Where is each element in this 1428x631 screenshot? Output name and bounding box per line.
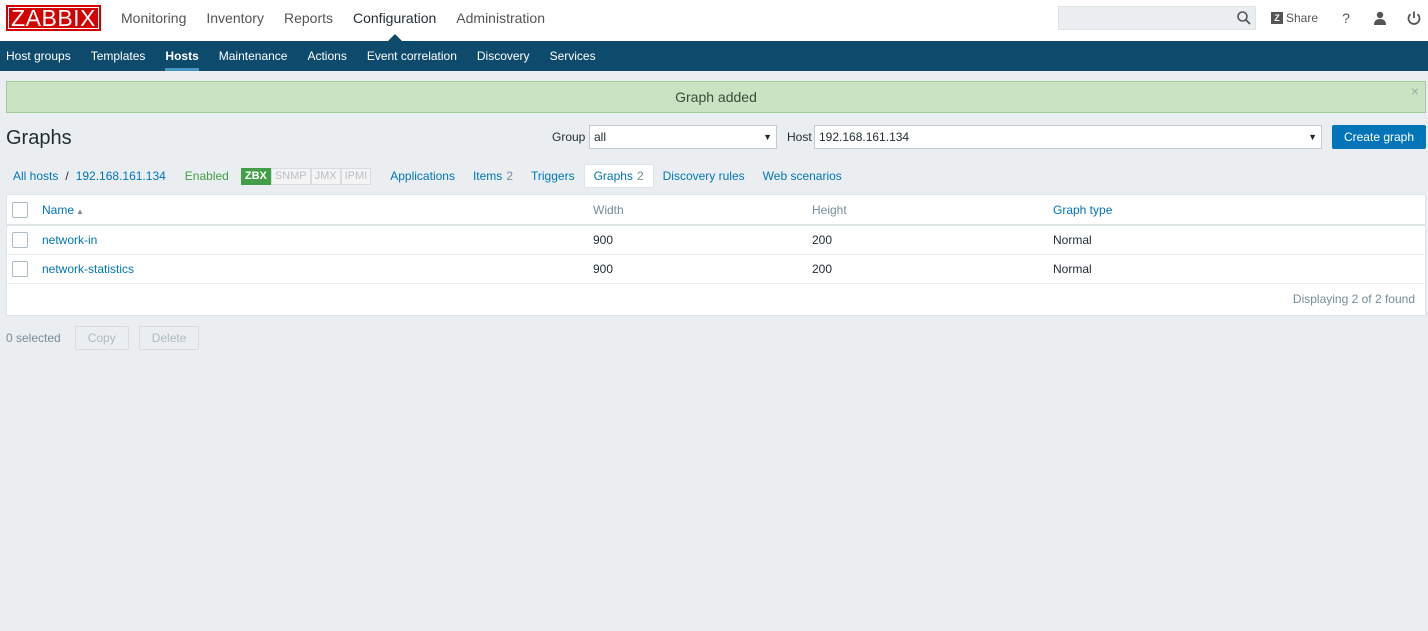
column-name-label[interactable]: Name (42, 203, 74, 217)
table-body: network-in 900 200 Normal network-statistics… (7, 225, 1425, 284)
tab-label: Graphs (593, 169, 633, 183)
tab-label: Triggers (531, 169, 575, 183)
user-profile-icon[interactable] (1372, 10, 1388, 26)
top-header: ZABBIX Monitoring Inventory Reports Configu… (0, 0, 1428, 41)
tab-count: 2 (506, 169, 513, 183)
tab-label: Web scenarios (762, 169, 842, 183)
cell-width: 900 (593, 254, 812, 284)
group-select-value: all (594, 130, 607, 144)
graph-name-link[interactable]: network-statistics (42, 262, 134, 276)
tab-applications[interactable]: Applications (381, 165, 464, 187)
sort-ascending-icon: ▲ (76, 206, 84, 216)
column-name[interactable]: Name ▲ (42, 195, 593, 226)
submenu-actions[interactable]: Actions (297, 41, 356, 71)
tab-label: Applications (390, 169, 455, 183)
tab-discovery-rules[interactable]: Discovery rules (654, 165, 754, 187)
host-label: Host (787, 130, 812, 144)
submenu-hosts[interactable]: Hosts (155, 41, 208, 71)
page-title: Graphs (6, 127, 72, 149)
select-all-cell (7, 195, 42, 226)
tab-items[interactable]: Items 2 (464, 165, 522, 187)
submenu-discovery[interactable]: Discovery (467, 41, 540, 71)
availability-badges: ZBX SNMP JMX IPMI (240, 167, 372, 185)
main-menu-monitoring[interactable]: Monitoring (111, 0, 196, 41)
breadcrumb-host[interactable]: 192.168.161.134 (69, 169, 173, 183)
group-label: Group (552, 130, 586, 144)
share-label: Share (1286, 11, 1319, 25)
group-select[interactable]: all ▼ (589, 125, 777, 149)
column-height: Height (812, 195, 1053, 226)
configuration-submenu: Host groups Templates Hosts Maintenance Acti… (0, 41, 1428, 71)
zabbix-logo[interactable]: ZABBIX (6, 5, 101, 31)
table-footer-count: Displaying 2 of 2 found (1292, 292, 1415, 306)
submenu-host-groups[interactable]: Host groups (0, 41, 81, 71)
cell-height: 200 (812, 225, 1053, 255)
host-navigation: All hosts / 192.168.161.134 Enabled ZBX S… (6, 164, 851, 188)
cell-graph-type: Normal (1053, 225, 1425, 255)
mass-action-bar: 0 selected Copy Delete (6, 326, 209, 350)
host-select[interactable]: 192.168.161.134 ▼ (814, 125, 1322, 149)
copy-button[interactable]: Copy (74, 326, 129, 350)
main-menu-configuration[interactable]: Configuration (343, 0, 446, 41)
close-message-icon[interactable]: × (1411, 81, 1419, 101)
row-checkbox-cell (7, 254, 42, 284)
tab-web-scenarios[interactable]: Web scenarios (754, 165, 851, 187)
main-menu: Monitoring Inventory Reports Configuration A… (111, 0, 555, 41)
graphs-table: Name ▲ Width Height Graph type network-in… (6, 194, 1426, 316)
table-header-row: Name ▲ Width Height Graph type (7, 195, 1425, 226)
logo-text: ZABBIX (8, 7, 99, 30)
share-button[interactable]: Z Share (1271, 10, 1318, 26)
search-input[interactable] (1058, 6, 1256, 30)
tab-count: 2 (636, 169, 644, 183)
host-status-enabled[interactable]: Enabled (173, 169, 241, 183)
zabbix-share-icon: Z (1271, 12, 1283, 24)
create-graph-button[interactable]: Create graph (1332, 125, 1426, 149)
chevron-down-icon: ▼ (1308, 132, 1317, 142)
sign-out-icon[interactable] (1406, 10, 1422, 26)
row-checkbox[interactable] (12, 231, 28, 248)
selected-count: 0 selected (6, 331, 61, 345)
host-select-value: 192.168.161.134 (819, 130, 910, 144)
message-text: Graph added (675, 89, 757, 105)
search-icon[interactable] (1236, 10, 1252, 26)
submenu-event-correlation[interactable]: Event correlation (357, 41, 467, 71)
main-menu-inventory[interactable]: Inventory (196, 0, 274, 41)
cell-height: 200 (812, 254, 1053, 284)
badge-zbx: ZBX (240, 167, 271, 185)
delete-button[interactable]: Delete (138, 326, 200, 350)
breadcrumb-all-hosts[interactable]: All hosts (6, 169, 65, 183)
submenu-services[interactable]: Services (540, 41, 606, 71)
table-row: network-statistics 900 200 Normal (7, 254, 1425, 284)
row-checkbox[interactable] (12, 260, 28, 277)
cell-width: 900 (593, 225, 812, 255)
main-menu-reports[interactable]: Reports (274, 0, 343, 41)
tab-triggers[interactable]: Triggers (522, 165, 584, 187)
column-graph-type[interactable]: Graph type (1053, 195, 1425, 226)
chevron-down-icon: ▼ (763, 132, 772, 142)
badge-ipmi: IPMI (340, 167, 372, 185)
tab-graphs[interactable]: Graphs 2 (583, 164, 654, 188)
submenu-maintenance[interactable]: Maintenance (209, 41, 298, 71)
submenu-templates[interactable]: Templates (81, 41, 156, 71)
select-all-checkbox[interactable] (12, 201, 28, 218)
help-icon[interactable]: ? (1340, 10, 1352, 26)
row-checkbox-cell (7, 225, 42, 255)
column-width: Width (593, 195, 812, 226)
tab-label: Discovery rules (662, 169, 745, 183)
graph-name-link[interactable]: network-in (42, 233, 97, 247)
table-row: network-in 900 200 Normal (7, 225, 1425, 255)
cell-name: network-statistics (42, 254, 593, 284)
badge-jmx: JMX (310, 167, 341, 185)
success-message: Graph added × (6, 81, 1426, 113)
host-tabs: Applications Items 2 Triggers Graphs 2 Discove… (381, 164, 851, 188)
badge-snmp: SNMP (270, 167, 311, 185)
column-graph-type-label[interactable]: Graph type (1053, 203, 1112, 217)
cell-name: network-in (42, 225, 593, 255)
main-menu-administration[interactable]: Administration (446, 0, 555, 41)
tab-label: Items (472, 169, 503, 183)
cell-graph-type: Normal (1053, 254, 1425, 284)
